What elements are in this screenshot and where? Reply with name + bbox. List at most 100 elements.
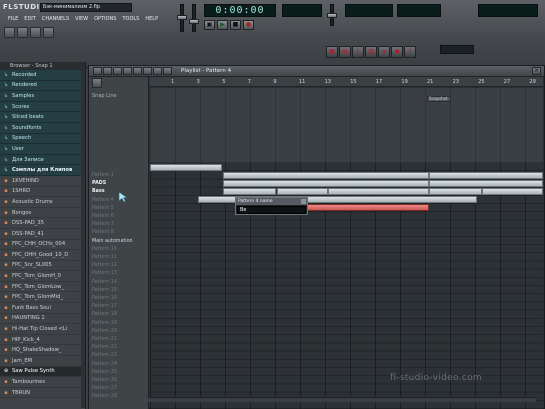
pattern-block[interactable] (429, 180, 543, 187)
step-seq-icon[interactable]: ▤ (339, 46, 351, 58)
track-label[interactable]: Pattern 23 (92, 353, 117, 358)
track-label[interactable]: Pattern 5 (92, 206, 114, 211)
pattern-block[interactable] (277, 188, 328, 195)
browser-folder[interactable]: ↳ Speech (0, 133, 85, 145)
pattern-mode-button[interactable]: ▣ (204, 20, 215, 30)
track-label[interactable]: Pattern 19 (92, 321, 117, 326)
track-label[interactable]: PADS (92, 181, 106, 186)
browser-file[interactable]: ▪ Bongos (0, 207, 85, 219)
browser-folder[interactable]: ↳ Сэмплы для Клипов (0, 165, 85, 176)
draw-tool-icon[interactable] (103, 67, 112, 75)
mixer-icon[interactable]: ≡ (378, 46, 390, 58)
pattern-block[interactable] (223, 188, 276, 195)
paint-tool-icon[interactable] (113, 67, 122, 75)
browser-folder[interactable]: ↳ Rendered (0, 80, 85, 92)
fader-knob[interactable] (189, 19, 199, 24)
menu-edit[interactable]: EDIT (22, 14, 38, 24)
browser-file[interactable]: ▪ Hi-Hat Tip Closed <Li (0, 324, 85, 335)
browser-file[interactable]: ▪ FPC_CHH_OCHs_004 (0, 239, 85, 251)
pattern-block[interactable] (223, 172, 429, 179)
browser-file[interactable]: ▪ 1KVEHIND (0, 175, 85, 187)
track-label[interactable]: Pattern 22 (92, 345, 117, 350)
menu-channels[interactable]: CHANNELS (40, 14, 71, 24)
slice-tool-icon[interactable] (143, 67, 152, 75)
pattern-grid[interactable] (150, 163, 543, 409)
browser-folder[interactable]: ↳ Для Записи (0, 154, 85, 166)
menu-view[interactable]: VIEW (73, 14, 90, 24)
pattern-block[interactable] (223, 180, 429, 187)
track-label[interactable]: Pattern 24 (92, 362, 117, 367)
browser-file[interactable]: ▪ FPC_Tom_GlomLow_ (0, 281, 85, 293)
track-label[interactable]: Pattern 10 (92, 247, 117, 252)
track-label[interactable]: Pattern 1 (92, 173, 114, 178)
browser-file[interactable]: ▪ HQ_ShakeShadow_ (0, 345, 85, 357)
browser-icon[interactable]: ▥ (365, 46, 377, 58)
track-label[interactable]: Pattern 16 (92, 296, 117, 301)
track-label[interactable]: Pattern 7 (92, 222, 114, 227)
browser-file[interactable]: ▪ DSS-PAD_41 (0, 228, 85, 240)
timeline-ruler[interactable]: 1 3 5 7 9 11 13 15 17 19 21 23 25 27 29 (150, 77, 543, 87)
pattern-block[interactable] (429, 172, 543, 179)
browser-file[interactable]: ▪ HAUNTING 1 (0, 313, 85, 325)
track-label[interactable]: Pattern 25 (92, 370, 117, 375)
open-icon[interactable] (17, 27, 28, 38)
record-button[interactable]: ● (243, 20, 254, 30)
pattern-block[interactable] (429, 188, 482, 195)
track-label[interactable]: Pattern 18 (92, 312, 117, 317)
step-fader[interactable] (327, 4, 337, 26)
track-label[interactable]: Pattern 27 (92, 386, 117, 391)
menu-arrow-icon[interactable] (93, 67, 102, 75)
track-label[interactable]: Pattern 28 (92, 394, 117, 399)
horizontal-scrollbar[interactable] (148, 397, 536, 402)
track-label[interactable]: Pattern 17 (92, 304, 117, 309)
master-pitch-fader[interactable] (189, 4, 199, 32)
fader-knob[interactable] (327, 13, 337, 18)
zoom-tool-icon[interactable] (163, 67, 172, 75)
playlist-titlebar[interactable]: Playlist - Pattern 4 × (89, 66, 544, 77)
browser-file[interactable]: ▪ Tambourines (0, 377, 85, 388)
pattern-name-input[interactable]: Ве (237, 206, 306, 214)
save-icon[interactable] (30, 27, 41, 38)
menu-options[interactable]: OPTIONS (92, 14, 118, 24)
track-label[interactable]: Pattern 4 (92, 198, 114, 203)
browser-file[interactable]: ▪ TBRUN (0, 387, 85, 399)
track-label[interactable]: Pattern 26 (92, 378, 117, 383)
browser-file[interactable]: ▪ FPC_Tom_GlomH_0 (0, 271, 85, 282)
track-label[interactable]: Pattern 21 (92, 337, 117, 342)
track-label[interactable]: Pattern 8 (92, 230, 114, 235)
track-label[interactable]: Bass (92, 189, 105, 194)
pattern-block[interactable] (150, 164, 222, 171)
export-icon[interactable] (43, 27, 54, 38)
track-label[interactable]: Pattern 11 (92, 255, 117, 260)
menu-help[interactable]: HELP (143, 14, 160, 24)
playlist-icon[interactable]: ▦ (326, 46, 338, 58)
tempo-display[interactable] (282, 4, 322, 17)
browser-folder[interactable]: ↳ Scores (0, 101, 85, 113)
browser-file[interactable]: ⊕ Saw Pulse Synth (0, 366, 85, 378)
browser-file[interactable]: ▪ Funk Bass Soul (0, 303, 85, 314)
browser-file[interactable]: ▪ 1SHRD (0, 186, 85, 198)
browser-file[interactable]: ▪ FPC_Snr_SL005 (0, 260, 85, 272)
track-label[interactable]: Pattern 20 (92, 329, 117, 334)
plugin-icon[interactable]: ◆ (391, 46, 403, 58)
snap-label[interactable]: Snap Line (92, 93, 122, 103)
menu-file[interactable]: FILE (6, 14, 20, 24)
close-icon[interactable]: × (532, 67, 541, 75)
browser-scrollbar[interactable] (81, 70, 85, 408)
track-label[interactable]: Pattern 6 (92, 214, 114, 219)
browser-folder[interactable]: ↳ Sliced beats (0, 112, 85, 123)
browser-file[interactable]: ▪ Jam_EM (0, 356, 85, 367)
browser-file[interactable]: ▪ HIP_Kick_4 (0, 334, 85, 346)
help-icon[interactable]: ? (404, 46, 416, 58)
pattern-block[interactable] (328, 188, 429, 195)
pattern-block[interactable] (482, 188, 543, 195)
snap-magnet-icon[interactable] (92, 78, 102, 88)
fader-knob[interactable] (177, 15, 187, 20)
snapshot-marker[interactable]: Snapshot (427, 96, 451, 102)
select-tool-icon[interactable] (153, 67, 162, 75)
new-icon[interactable] (4, 27, 15, 38)
track-label[interactable]: Pattern 12 (92, 263, 117, 268)
track-label[interactable]: Pattern 14 (92, 280, 117, 285)
browser-folder[interactable]: ↳ Recorded (0, 70, 85, 81)
browser-folder[interactable]: ↳ Samples (0, 91, 85, 102)
